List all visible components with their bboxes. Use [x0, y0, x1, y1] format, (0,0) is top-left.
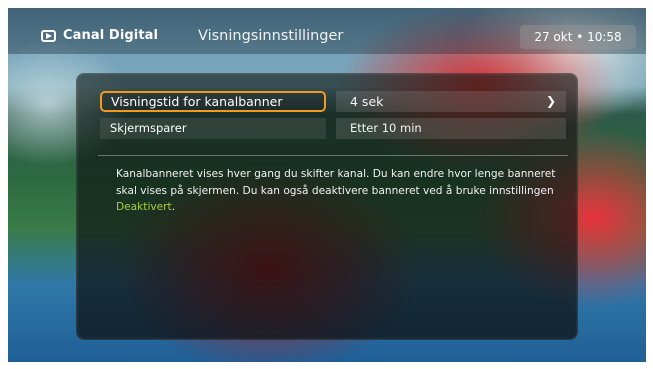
setting-label[interactable]: Visningstid for kanalbanner [100, 91, 326, 112]
chevron-right-icon[interactable]: ❯ [546, 94, 556, 109]
page-title: Visningsinnstillinger [198, 28, 344, 44]
setting-value-text: Etter 10 min [350, 121, 422, 135]
setting-label[interactable]: Skjermsparer [100, 118, 326, 139]
description-suffix: . [171, 201, 176, 213]
setting-row-screensaver[interactable]: Skjermsparer Etter 10 min [100, 118, 566, 139]
brand-name: Canal Digital [63, 28, 159, 43]
description-highlight: Deaktivert [116, 201, 172, 213]
tv-screen: Canal Digital Visningsinnstillinger 27 o… [8, 8, 646, 362]
setting-row-banner-duration[interactable]: Visningstid for kanalbanner 4 sek ❯ [100, 91, 566, 112]
description-text: Kanalbanneret vises hver gang du skifter… [116, 168, 556, 197]
settings-panel: Visningstid for kanalbanner 4 sek ❯ Skje… [76, 73, 578, 340]
header-bar: Canal Digital Visningsinnstillinger 27 o… [8, 8, 646, 54]
help-description: Kanalbanneret vises hver gang du skifter… [116, 166, 566, 216]
setting-value[interactable]: Etter 10 min [336, 118, 566, 139]
setting-value-text: 4 sek [350, 94, 384, 109]
setting-value[interactable]: 4 sek ❯ [336, 91, 566, 112]
divider [98, 155, 568, 156]
date-time-display: 27 okt • 10:58 [520, 25, 636, 49]
tv-logo-icon [41, 29, 56, 42]
brand-logo: Canal Digital [41, 28, 158, 43]
